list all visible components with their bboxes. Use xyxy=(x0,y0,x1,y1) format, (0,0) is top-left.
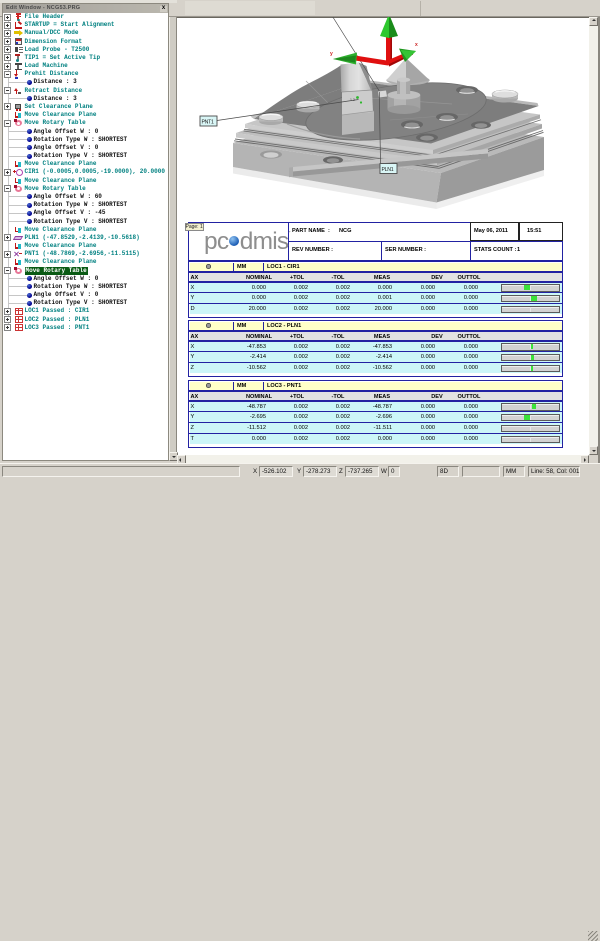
svg-text:PNT1: PNT1 xyxy=(202,120,214,126)
svg-text:y: y xyxy=(330,51,333,57)
svg-text:x: x xyxy=(415,42,418,48)
svg-text:PLN1: PLN1 xyxy=(382,167,394,173)
